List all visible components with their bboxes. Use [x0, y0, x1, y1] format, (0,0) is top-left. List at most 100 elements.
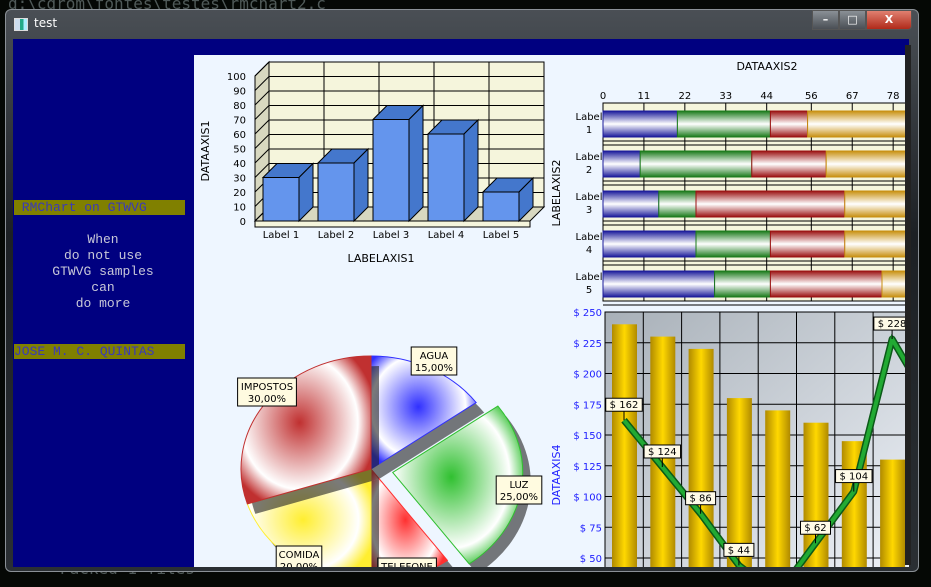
bar1-bar — [427, 133, 465, 222]
author-band: JOSE M. C. QUINTAS — [14, 344, 185, 359]
pie-percent: 15,00% — [415, 363, 453, 374]
combo-ytick: $ 125 — [573, 462, 602, 473]
bar1-xlabel: LABELAXIS1 — [347, 252, 414, 265]
bar2-segment — [602, 150, 641, 178]
app-icon — [14, 18, 28, 31]
combo-bar — [880, 459, 906, 567]
combo-data-label: $ 104 — [839, 472, 868, 483]
bar2-segment — [769, 110, 809, 138]
bar2-segment — [602, 190, 660, 218]
combo-data-label: $ 86 — [689, 494, 711, 505]
message-line: do not use — [63, 248, 142, 263]
bar2-ytick: 2 — [586, 165, 592, 176]
bar1-bar — [262, 177, 300, 222]
bar2-xtick: 22 — [678, 91, 691, 102]
pie-percent: 25,00% — [500, 492, 538, 503]
combo-bar — [765, 410, 791, 567]
message-line: can — [91, 280, 115, 295]
bar1-bar-side — [408, 104, 424, 223]
bar1-ytick: 40 — [233, 159, 246, 170]
bar2-ytick: 5 — [586, 285, 592, 296]
bar2-segment — [602, 110, 678, 138]
pie-percent: 20,00% — [280, 562, 318, 567]
bar2-ytick: 1 — [586, 125, 592, 136]
charts-canvas: 0102030405060708090100Label 1 Label 2 Labe… — [199, 60, 909, 567]
bar2-segment — [695, 230, 771, 258]
pie-label: IMPOSTOS — [241, 382, 293, 393]
combo-ytick: $ 200 — [573, 370, 602, 381]
bar2-segment — [676, 110, 771, 138]
bar2-segment — [844, 230, 909, 258]
bar2-segment — [844, 190, 909, 218]
combo-ytick: $ 250 — [573, 308, 602, 319]
combo-bar — [612, 324, 637, 567]
combo-bar — [726, 398, 752, 567]
bar2-ytick: Label — [576, 272, 603, 283]
bar2-segment — [639, 150, 753, 178]
bar1-bar-side — [463, 118, 479, 223]
bar2-ytick: Label — [576, 192, 603, 203]
bar1-ylabel: DATAAXIS1 — [199, 121, 212, 182]
bar1-ytick: 50 — [233, 145, 246, 156]
bar2-segment — [807, 110, 909, 138]
bar1-bar — [317, 162, 355, 222]
pie-percent: 30,00% — [248, 394, 286, 405]
bar2-xtick: 67 — [846, 91, 859, 102]
bar2-ytick: Label — [576, 232, 603, 243]
bar1-ytick: 90 — [233, 87, 246, 98]
bar2-ytick: Label — [576, 112, 603, 123]
maximize-button[interactable]: □ — [839, 10, 866, 30]
combo-ytick: $ 150 — [573, 431, 602, 442]
bar1-ytick: 70 — [233, 116, 246, 127]
combo-ylabel: DATAAXIS4 — [550, 445, 563, 506]
bar2-segment — [602, 270, 716, 298]
bar2-segment — [825, 150, 909, 178]
combo-ytick: $ 175 — [573, 400, 602, 411]
bar1-ytick: 80 — [233, 101, 246, 112]
combo-ytick: $ 225 — [573, 339, 602, 350]
client-area: RMChart on GTWVG When do not use GTWVG s… — [13, 39, 909, 567]
bar2-segment — [751, 150, 827, 178]
bar1-bar — [482, 191, 520, 222]
bar2-xtick: 0 — [600, 91, 606, 102]
bar2-xtick: 44 — [760, 91, 773, 102]
combo-data-label: $ 62 — [804, 523, 826, 534]
pie-label: TELEFONE — [380, 562, 433, 567]
combo-bar — [688, 348, 714, 567]
title-bar[interactable]: test – □ X — [6, 10, 918, 39]
pie-label: COMIDA — [279, 550, 320, 561]
bar2-ylabel: LABELAXIS2 — [550, 159, 563, 226]
app-window: test – □ X RMChart on GTWVG When do not … — [5, 9, 919, 572]
bar1-ytick: 60 — [233, 130, 246, 141]
minimize-button[interactable]: – — [812, 10, 839, 30]
close-button[interactable]: X — [866, 10, 912, 30]
bar2-ytick: 4 — [586, 245, 592, 256]
bar2-segment — [769, 230, 846, 258]
bar2-ytick: Label — [576, 152, 603, 163]
bar2-xtick: 56 — [805, 91, 818, 102]
bar1-floor-front — [254, 220, 531, 228]
combo-data-label: $ 44 — [728, 545, 750, 556]
bar1-ytick: 30 — [233, 174, 246, 185]
chart-panel: 0 10 20 30 40 50 60 70 80 90 100 Label 1 Label 2 Labe… — [194, 55, 909, 567]
combo-ytick: $ 75 — [580, 523, 602, 534]
bar1-xtick: Label 1 — [263, 230, 300, 241]
bar2-xtick: 11 — [638, 91, 651, 102]
bar2-segment — [695, 190, 846, 218]
bar2-segment — [658, 190, 697, 218]
bar2-xlabel: DATAAXIS2 — [737, 60, 798, 73]
bar1-xtick: Label 5 — [483, 230, 520, 241]
bar1-ytick: 20 — [233, 188, 246, 199]
bar2-xtick: 78 — [887, 91, 900, 102]
bar1-xtick: Label 2 — [318, 230, 355, 241]
pie-label: LUZ — [509, 480, 528, 491]
combo-data-label: $ 124 — [648, 447, 677, 458]
bar1-bar — [372, 119, 410, 222]
combo-data-label: $ 162 — [610, 400, 639, 411]
scrollbar[interactable] — [905, 45, 911, 565]
combo-ytick: $ 100 — [573, 493, 602, 504]
message-line: do more — [75, 296, 131, 311]
bar2-segment — [602, 230, 697, 258]
bar1-xtick: Label 3 — [373, 230, 410, 241]
bar1-ytick: 100 — [227, 72, 246, 83]
